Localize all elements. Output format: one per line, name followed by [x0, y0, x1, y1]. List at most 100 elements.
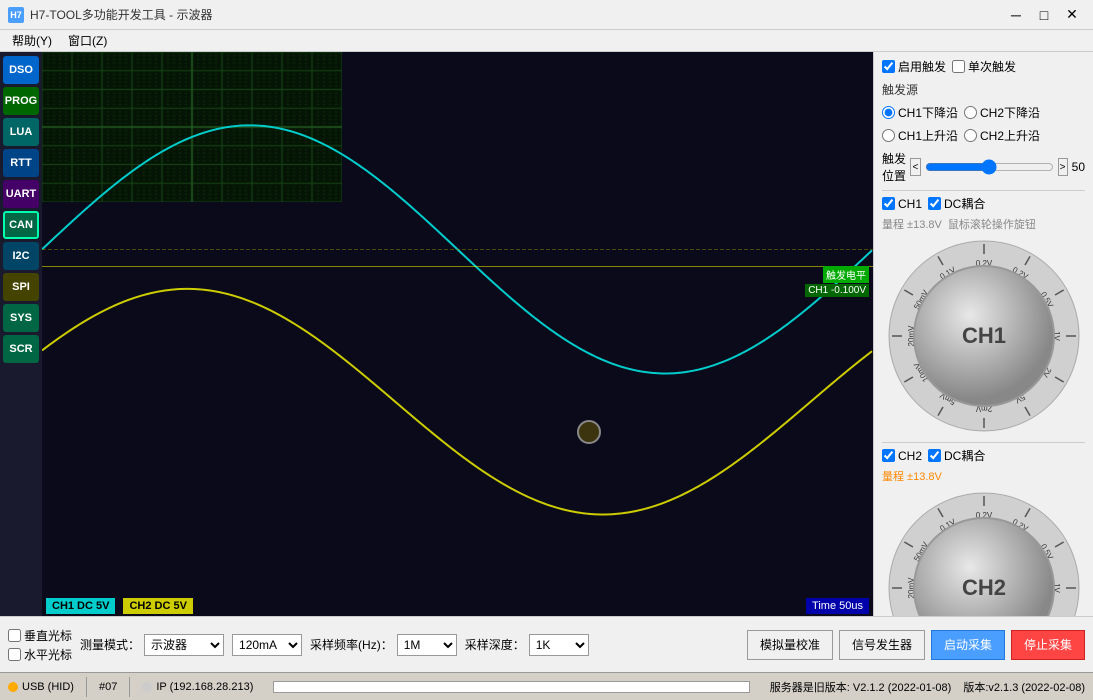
- svg-text:CH2: CH2: [961, 575, 1005, 600]
- channel-status: CH1 DC 5V CH2 DC 5V: [46, 598, 193, 614]
- ch2-knob-container[interactable]: 0.2V 0.1V 50mV 20mV 10mV 5mV 2mV 5V 2V 1…: [884, 488, 1084, 616]
- trigger-single-checkbox-label[interactable]: 单次触发: [952, 58, 1016, 75]
- sidebar-item-i2c[interactable]: I2C: [3, 242, 39, 270]
- ch2-controls-row: CH2 DC耦合: [882, 447, 1085, 464]
- trigger-ch2-fall-radio[interactable]: [964, 106, 977, 119]
- usb-status: USB (HID): [8, 681, 74, 693]
- sidebar-item-lua[interactable]: LUA: [3, 118, 39, 146]
- trigger-pos-value: 50: [1072, 160, 1085, 174]
- trigger-enable-checkbox-label[interactable]: 启用触发: [882, 58, 946, 75]
- trigger-source-row2: CH1上升沿 CH2上升沿: [882, 127, 1085, 144]
- ch2-range-label: 量程 ±13.8V: [882, 468, 942, 484]
- ch1-range-row: 量程 ±13.8V 鼠标滚轮操作旋钮: [882, 216, 1085, 232]
- ch1-knob-svg[interactable]: 0.2V 0.1V 50mV 20mV 10mV 5mV 2mV 5V 2V 1…: [884, 236, 1084, 436]
- trigger-pos-label: 触发位置: [882, 150, 906, 184]
- version-label: 版本:v2.1.3 (2022-02-08): [963, 682, 1085, 694]
- right-panel: 启用触发 单次触发 触发源 CH1下降沿 CH2下降沿 CH1上升沿: [873, 52, 1093, 616]
- ch2-knob-svg[interactable]: 0.2V 0.1V 50mV 20mV 10mV 5mV 2mV 5V 2V 1…: [884, 488, 1084, 616]
- device-num-status: #07: [99, 681, 117, 693]
- sample-rate-group: 采样频率(Hz)： 1M: [310, 634, 457, 656]
- ch1-enable-checkbox[interactable]: [882, 197, 895, 210]
- mode-label: 测量模式：: [80, 636, 140, 653]
- menu-window[interactable]: 窗口(Z): [60, 30, 115, 51]
- cursor-checkboxes: 垂直光标 水平光标: [8, 627, 72, 663]
- sidebar-item-prog[interactable]: PROG: [3, 87, 39, 115]
- calibrate-button[interactable]: 模拟量校准: [747, 630, 833, 660]
- ch1-dc-label[interactable]: DC耦合: [928, 195, 985, 212]
- minimize-button[interactable]: ─: [1003, 5, 1029, 25]
- ch2-section: CH2 DC耦合 量程 ±13.8V: [882, 442, 1085, 616]
- trigger-ch1-fall-radio[interactable]: [882, 106, 895, 119]
- ch2-status-label: CH2 DC 5V: [123, 598, 192, 614]
- usb-status-dot: [8, 682, 18, 692]
- sidebar: DSO PROG LUA RTT UART CAN I2C SPI SYS SC…: [0, 52, 42, 616]
- ch1-knob-container[interactable]: 0.2V 0.1V 50mV 20mV 10mV 5mV 2mV 5V 2V 1…: [884, 236, 1084, 436]
- sample-rate-select[interactable]: 1M: [397, 634, 457, 656]
- start-capture-button[interactable]: 启动采集: [931, 630, 1005, 660]
- ip-dot: [142, 682, 152, 692]
- ch2-dc-checkbox[interactable]: [928, 449, 941, 462]
- ch1-dc-checkbox[interactable]: [928, 197, 941, 210]
- signal-gen-button[interactable]: 信号发生器: [839, 630, 925, 660]
- trigger-ch1-rise[interactable]: CH1上升沿: [882, 127, 958, 144]
- sample-depth-group: 采样深度： 1K: [465, 634, 589, 656]
- status-div2: [129, 677, 130, 697]
- trigger-source-row1: CH1下降沿 CH2下降沿: [882, 104, 1085, 121]
- sidebar-item-can[interactable]: CAN: [3, 211, 39, 239]
- trigger-pos-slider[interactable]: [925, 158, 1054, 176]
- mode-select[interactable]: 示波器: [144, 634, 224, 656]
- vertical-cursor-label[interactable]: 垂直光标: [8, 627, 72, 644]
- ip-label: IP (192.168.28.213): [156, 681, 253, 693]
- cursor-indicator: [577, 420, 601, 444]
- sidebar-item-spi[interactable]: SPI: [3, 273, 39, 301]
- time-status-label: Time 50us: [806, 598, 869, 614]
- trigger-ch2-rise-radio[interactable]: [964, 129, 977, 142]
- stop-capture-button[interactable]: 停止采集: [1011, 630, 1085, 660]
- depth-group: 采样深度： 1K: [465, 634, 589, 656]
- ch2-enable-label[interactable]: CH2: [882, 449, 922, 463]
- trigger-pos-inc[interactable]: >: [1058, 158, 1068, 176]
- trigger-pos-dec[interactable]: <: [910, 158, 920, 176]
- ch1-controls-row: CH1 DC耦合: [882, 195, 1085, 212]
- maximize-button[interactable]: □: [1031, 5, 1057, 25]
- trigger-pos-row: 触发位置 < > 50: [882, 150, 1085, 184]
- oscilloscope-display[interactable]: 触发电平 CH1 -0.100V CH1 DC 5V CH2 DC 5V Tim…: [42, 52, 873, 616]
- trigger-enable-checkbox[interactable]: [882, 60, 895, 73]
- horizontal-cursor-checkbox[interactable]: [8, 648, 21, 661]
- trigger-single-checkbox[interactable]: [952, 60, 965, 73]
- sidebar-item-scr[interactable]: SCR: [3, 335, 39, 363]
- sidebar-item-dso[interactable]: DSO: [3, 56, 39, 84]
- ch1-enable-label[interactable]: CH1: [882, 197, 922, 211]
- sample-rate-label: 采样频率(Hz)：: [310, 636, 393, 653]
- sidebar-item-uart[interactable]: UART: [3, 180, 39, 208]
- trigger-source-title: 触发源: [882, 81, 1085, 98]
- trigger-enable-row: 启用触发 单次触发: [882, 58, 1085, 75]
- trigger-line: [42, 266, 873, 267]
- sidebar-item-sys[interactable]: SYS: [3, 304, 39, 332]
- sidebar-item-rtt[interactable]: RTT: [3, 149, 39, 177]
- current-select[interactable]: 120mA: [232, 634, 302, 656]
- menu-bar: 帮助(Y) 窗口(Z): [0, 30, 1093, 52]
- trigger-ch2-rise[interactable]: CH2上升沿: [964, 127, 1040, 144]
- sample-depth-select[interactable]: 1K: [529, 634, 589, 656]
- vertical-cursor-checkbox[interactable]: [8, 629, 21, 642]
- trigger-ch1-fall[interactable]: CH1下降沿: [882, 104, 958, 121]
- ch2-enable-checkbox[interactable]: [882, 449, 895, 462]
- usb-label: USB (HID): [22, 681, 74, 693]
- close-button[interactable]: ✕: [1059, 5, 1085, 25]
- menu-help[interactable]: 帮助(Y): [4, 30, 60, 51]
- title-bar: H7 H7-TOOL多功能开发工具 - 示波器 ─ □ ✕: [0, 0, 1093, 30]
- window-controls: ─ □ ✕: [1003, 5, 1085, 25]
- main-area: DSO PROG LUA RTT UART CAN I2C SPI SYS SC…: [0, 52, 1093, 616]
- trigger-level-label: 触发电平: [823, 266, 869, 283]
- app-icon: H7: [8, 7, 24, 23]
- ch1-hint: 鼠标滚轮操作旋钮: [948, 216, 1036, 232]
- horizontal-cursor-label[interactable]: 水平光标: [8, 646, 72, 663]
- ch2-dc-label[interactable]: DC耦合: [928, 447, 985, 464]
- trigger-ch2-fall[interactable]: CH2下降沿: [964, 104, 1040, 121]
- status-bar: USB (HID) #07 IP (192.168.28.213) 服务器是旧版…: [0, 672, 1093, 700]
- grid-canvas: [42, 52, 342, 202]
- progress-bar: [273, 681, 749, 693]
- trigger-ch1-rise-radio[interactable]: [882, 129, 895, 142]
- status-div1: [86, 677, 87, 697]
